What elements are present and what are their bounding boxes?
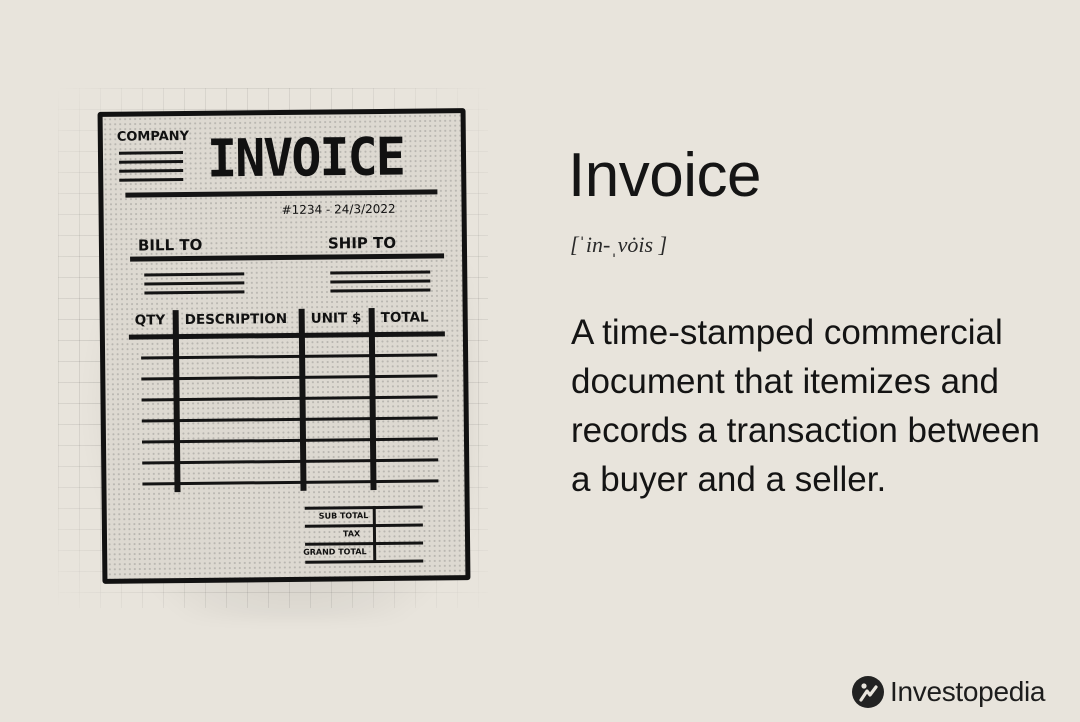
table-row-line: [141, 353, 438, 360]
table-row-line: [142, 479, 439, 486]
column-header-description: DESCRIPTION: [184, 310, 288, 329]
pronunciation: [ˈin-ˌvȯis ]: [570, 232, 668, 257]
table-row-line: [141, 416, 438, 423]
summary-rule: [305, 541, 424, 546]
table-row-line: [141, 395, 438, 402]
address-rule: [130, 253, 445, 262]
summary-divider: [372, 506, 377, 563]
brand-name: Investopedia: [890, 676, 1046, 707]
summary-rule: [305, 559, 424, 564]
bill-address-line: [144, 281, 245, 286]
invoice-heading: INVOICE: [206, 126, 405, 189]
investopedia-logo-icon: [852, 676, 884, 708]
bill-address-line: [144, 272, 245, 277]
brand-logo: Investopedia: [852, 674, 1045, 710]
definition-text: A time-stamped commercial document that …: [571, 313, 1040, 499]
bill-to-label: BILL TO: [137, 235, 203, 255]
subtotal-label: SUB TOTAL: [318, 511, 369, 521]
company-line: [119, 169, 184, 173]
invoice-illustration: COMPANY INVOICE #1234 - 24/3/2022 BILL T…: [97, 108, 471, 584]
ship-address-line: [330, 279, 431, 284]
column-header-total: TOTAL: [380, 309, 429, 326]
ship-to-label: SHIP TO: [327, 233, 397, 253]
table-row-line: [142, 458, 439, 465]
term-title: Invoice: [568, 141, 761, 210]
column-header-unit-price: UNIT $: [310, 310, 362, 327]
company-line: [118, 151, 183, 155]
bill-address-line: [144, 290, 245, 295]
tax-label: TAX: [342, 529, 361, 539]
table-row-line: [141, 437, 438, 444]
ship-address-line: [330, 288, 431, 293]
company-line: [119, 160, 184, 164]
company-line: [119, 178, 184, 182]
grand-total-label: GRAND TOTAL: [303, 547, 367, 557]
company-label: COMPANY: [116, 128, 190, 145]
table-row-line: [141, 374, 438, 381]
column-header-qty: QTY: [134, 312, 166, 329]
canvas: COMPANY INVOICE #1234 - 24/3/2022 BILL T…: [0, 0, 1080, 722]
invoice-number-date: #1234 - 24/3/2022: [281, 201, 396, 218]
summary-rule: [304, 505, 423, 510]
summary-rule: [304, 523, 423, 528]
heading-rule: [125, 189, 438, 198]
ship-address-line: [330, 270, 431, 275]
